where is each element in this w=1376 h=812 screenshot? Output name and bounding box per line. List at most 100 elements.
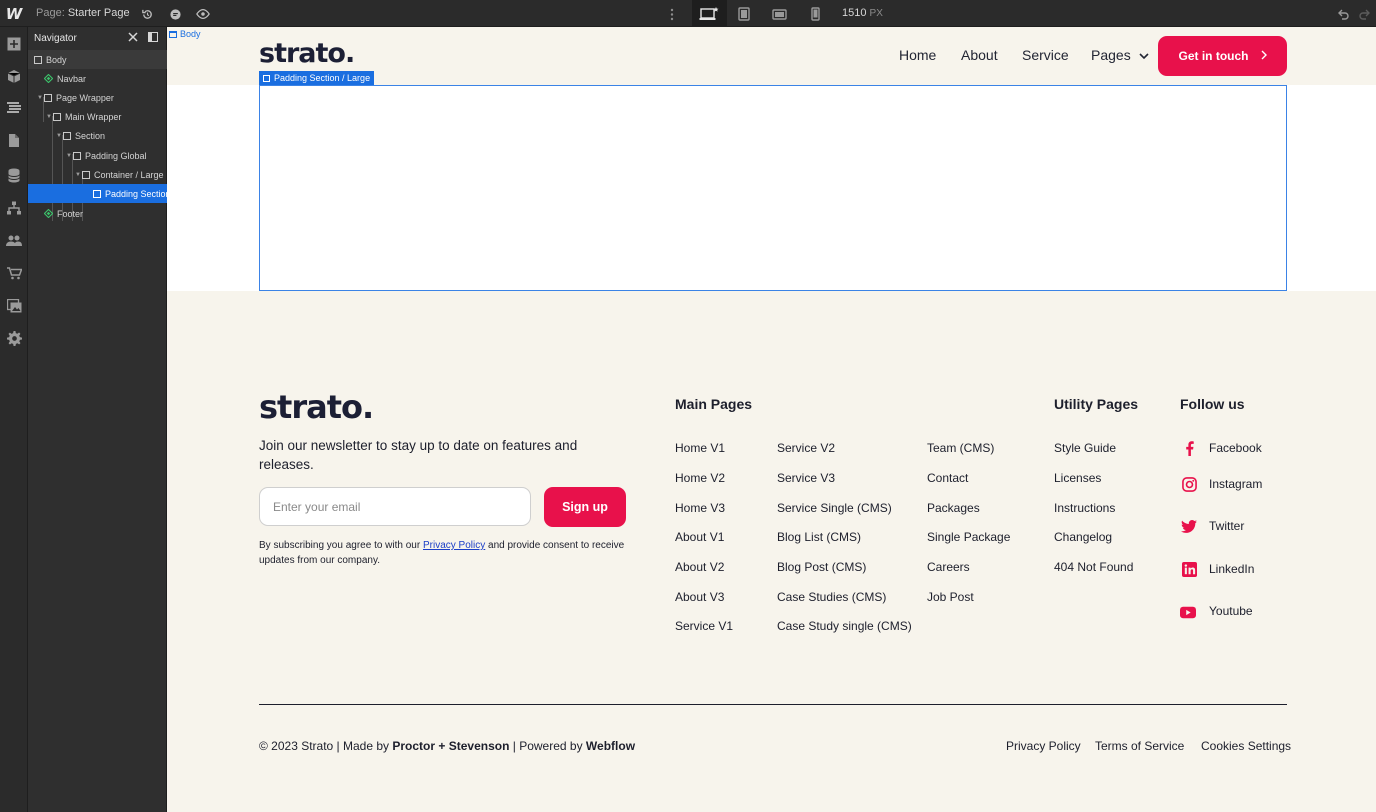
tree-item-footer[interactable]: Footer: [28, 204, 167, 223]
footer-link[interactable]: Blog List (CMS): [777, 530, 861, 544]
footer-link[interactable]: Blog Post (CMS): [777, 560, 866, 574]
tree-item-padding-section-large[interactable]: Padding Section / Large: [28, 184, 167, 203]
tree-item-container-large[interactable]: ▼ Container / Large: [28, 165, 167, 184]
footer-link[interactable]: Case Studies (CMS): [777, 590, 886, 604]
youtube-icon[interactable]: [1180, 604, 1196, 620]
assets-icon[interactable]: [4, 296, 24, 316]
element-box-icon: [63, 131, 71, 140]
cms-database-icon[interactable]: [4, 165, 24, 185]
close-navigator-icon[interactable]: [128, 32, 138, 45]
nav-link-home[interactable]: Home: [899, 47, 936, 63]
dock-panel-icon[interactable]: [148, 32, 158, 45]
social-link-facebook[interactable]: Facebook: [1209, 441, 1262, 455]
footer-link[interactable]: Single Package: [927, 530, 1010, 544]
more-options-icon[interactable]: [662, 4, 682, 24]
webflow-logo[interactable]: W: [0, 0, 28, 27]
page-selector[interactable]: Page: Starter Page: [36, 7, 130, 19]
footer-link[interactable]: Packages: [927, 501, 980, 515]
nav-link-service[interactable]: Service: [1022, 47, 1069, 63]
footer-logo[interactable]: strato.: [259, 388, 374, 426]
tree-item-section[interactable]: ▼ Section: [28, 126, 167, 145]
footer-link[interactable]: Home V2: [675, 471, 725, 485]
footer-link[interactable]: Service V1: [675, 619, 733, 633]
tree-item-navbar[interactable]: Navbar: [28, 69, 167, 88]
expand-caret-icon[interactable]: ▼: [74, 172, 82, 178]
facebook-icon[interactable]: [1181, 440, 1197, 456]
legal-link-privacy[interactable]: Privacy Policy: [1006, 739, 1081, 753]
logic-flow-icon[interactable]: [4, 198, 24, 218]
instagram-icon[interactable]: [1181, 476, 1197, 492]
site-logo[interactable]: strato.: [259, 38, 355, 69]
components-cube-icon[interactable]: [4, 66, 24, 86]
footer-link[interactable]: Job Post: [927, 590, 974, 604]
tree-item-padding-global[interactable]: ▼ Padding Global: [28, 146, 167, 165]
mobile-landscape-icon[interactable]: [769, 4, 789, 24]
preview-eye-icon[interactable]: [193, 4, 213, 24]
footer-link[interactable]: Team (CMS): [927, 441, 994, 455]
twitter-icon[interactable]: [1181, 518, 1197, 534]
footer-link[interactable]: Instructions: [1054, 501, 1115, 515]
settings-gear-icon[interactable]: [4, 328, 24, 348]
footer-link[interactable]: 404 Not Found: [1054, 560, 1133, 574]
footer-link[interactable]: Home V3: [675, 501, 725, 515]
tree-item-body[interactable]: Body: [28, 50, 167, 69]
redo-icon[interactable]: [1355, 4, 1375, 24]
consent-pre: By subscribing you agree to with our: [259, 540, 423, 551]
tree-item-main-wrapper[interactable]: ▼ Main Wrapper: [28, 107, 167, 126]
linkedin-icon[interactable]: [1181, 561, 1197, 577]
social-link-linkedin[interactable]: LinkedIn: [1209, 562, 1254, 576]
body-tag-label: Body: [180, 29, 201, 39]
comments-icon[interactable]: [165, 4, 185, 24]
expand-caret-icon[interactable]: ▼: [36, 95, 44, 101]
design-canvas[interactable]: Body strato. Home About Service Pages Ge…: [167, 27, 1376, 812]
expand-caret-icon[interactable]: ▼: [55, 133, 63, 139]
expand-caret-icon[interactable]: ▼: [45, 114, 53, 120]
expand-caret-icon[interactable]: ▼: [65, 153, 73, 159]
footer-link[interactable]: Service V2: [777, 441, 835, 455]
body-box-icon: [169, 30, 177, 38]
footer-divider: [259, 704, 1287, 705]
symbol-icon: [44, 209, 53, 218]
footer-link[interactable]: Contact: [927, 471, 968, 485]
undo-icon[interactable]: [1333, 4, 1353, 24]
footer-link[interactable]: Case Study single (CMS): [777, 619, 912, 633]
desktop-star-icon[interactable]: [699, 4, 719, 24]
ecommerce-cart-icon[interactable]: [4, 263, 24, 283]
nav-link-about[interactable]: About: [961, 47, 998, 63]
history-icon[interactable]: [137, 4, 157, 24]
chevron-right-icon: [1261, 49, 1267, 63]
copyright-maker[interactable]: Proctor + Stevenson: [392, 739, 509, 753]
footer-link[interactable]: About V2: [675, 560, 724, 574]
footer-link[interactable]: Careers: [927, 560, 970, 574]
selected-element-outline[interactable]: [259, 85, 1287, 291]
footer-link[interactable]: Service Single (CMS): [777, 501, 892, 515]
add-panel-icon[interactable]: [4, 34, 24, 54]
pages-icon[interactable]: [4, 130, 24, 150]
nav-dropdown-pages[interactable]: Pages: [1091, 47, 1149, 63]
copyright-platform[interactable]: Webflow: [586, 739, 635, 753]
social-link-instagram[interactable]: Instagram: [1209, 477, 1262, 491]
legal-link-terms[interactable]: Terms of Service: [1095, 739, 1184, 753]
footer-link[interactable]: Home V1: [675, 441, 725, 455]
footer-link[interactable]: Licenses: [1054, 471, 1101, 485]
tablet-icon[interactable]: [734, 4, 754, 24]
social-link-twitter[interactable]: Twitter: [1209, 519, 1244, 533]
designer-top-bar: W Page: Starter Page 1510 PX: [0, 0, 1376, 27]
tree-item-page-wrapper[interactable]: ▼ Page Wrapper: [28, 88, 167, 107]
users-icon[interactable]: [4, 231, 24, 251]
footer-link[interactable]: Service V3: [777, 471, 835, 485]
privacy-policy-link[interactable]: Privacy Policy: [423, 540, 485, 551]
footer-link[interactable]: Style Guide: [1054, 441, 1116, 455]
get-in-touch-button[interactable]: Get in touch: [1158, 36, 1287, 76]
footer-link[interactable]: Changelog: [1054, 530, 1112, 544]
sign-up-button[interactable]: Sign up: [544, 487, 626, 527]
navigator-icon[interactable]: [4, 98, 24, 118]
social-link-youtube[interactable]: Youtube: [1209, 604, 1253, 618]
mobile-portrait-icon[interactable]: [805, 4, 825, 24]
legal-link-cookies[interactable]: Cookies Settings: [1201, 739, 1291, 753]
nav-dropdown-label: Pages: [1091, 47, 1131, 63]
footer-link[interactable]: About V1: [675, 530, 724, 544]
footer-link[interactable]: About V3: [675, 590, 724, 604]
email-input[interactable]: [259, 487, 531, 526]
consent-text: By subscribing you agree to with our Pri…: [259, 538, 639, 568]
